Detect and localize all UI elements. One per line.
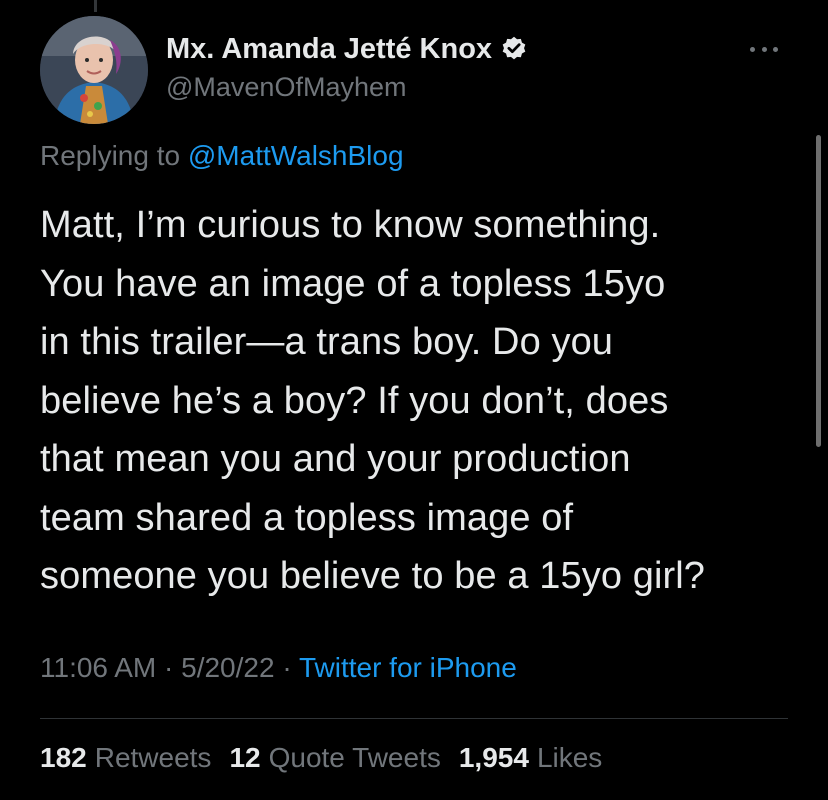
tweet-time[interactable]: 11:06 AM: [40, 652, 156, 683]
likes-label: Likes: [536, 742, 603, 773]
scrollbar[interactable]: [816, 135, 821, 447]
tweet-text-line: someone you believe to be a 15yo girl?: [40, 555, 706, 597]
more-dot: [773, 46, 778, 52]
more-options-icon[interactable]: [750, 42, 778, 56]
reply-mention-link[interactable]: @MattWalshBlog: [188, 140, 404, 171]
tweet-text-line: Matt, I’m curious to know something.: [40, 204, 661, 246]
likes-stat[interactable]: 1,954 Likes: [459, 742, 602, 774]
retweets-stat[interactable]: 182 Retweets: [40, 742, 211, 774]
tweet-metadata: 11:06 AM · 5/20/22 · Twitter for iPhone: [40, 652, 517, 684]
tweet-source-link[interactable]: Twitter for iPhone: [299, 652, 517, 683]
divider: [40, 718, 788, 719]
likes-count: 1,954: [458, 742, 529, 773]
more-dot: [761, 46, 767, 52]
avatar-image: [40, 16, 148, 124]
tweet-text-line: believe he’s a boy? If you don’t, does: [40, 379, 669, 422]
quote-tweets-stat[interactable]: 12 Quote Tweets: [229, 742, 440, 774]
author-handle[interactable]: @MavenOfMayhem: [166, 72, 406, 103]
meta-separator: ·: [274, 652, 299, 683]
meta-separator: ·: [156, 652, 182, 683]
tweet-date[interactable]: 5/20/22: [181, 652, 274, 683]
quote-tweets-label: Quote Tweets: [268, 742, 441, 773]
avatar[interactable]: [40, 16, 148, 124]
tweet-text: Matt, I’m curious to know something. You…: [40, 196, 810, 606]
replying-to: Replying to @MattWalshBlog: [40, 140, 404, 172]
tweet-text-line: You have an image of a topless 15yo: [40, 262, 666, 305]
quote-tweets-count: 12: [229, 742, 261, 773]
retweets-label: Retweets: [94, 742, 212, 773]
tweet-text-line: team shared a topless image of: [40, 496, 574, 539]
replying-to-label: Replying to: [40, 140, 188, 171]
retweets-count: 182: [40, 742, 87, 773]
verified-badge-icon: [500, 35, 528, 63]
more-dot: [750, 46, 755, 52]
tweet-text-line: in this trailer—a trans boy. Do you: [40, 321, 614, 363]
tweet-stats: 182 Retweets 12 Quote Tweets 1,954 Likes: [40, 742, 620, 774]
author-name-row[interactable]: Mx. Amanda Jetté Knox: [166, 30, 528, 68]
author-display-name[interactable]: Mx. Amanda Jetté Knox: [166, 33, 492, 66]
tweet-text-line: that mean you and your production: [40, 438, 631, 480]
thread-connector-line: [94, 0, 97, 12]
